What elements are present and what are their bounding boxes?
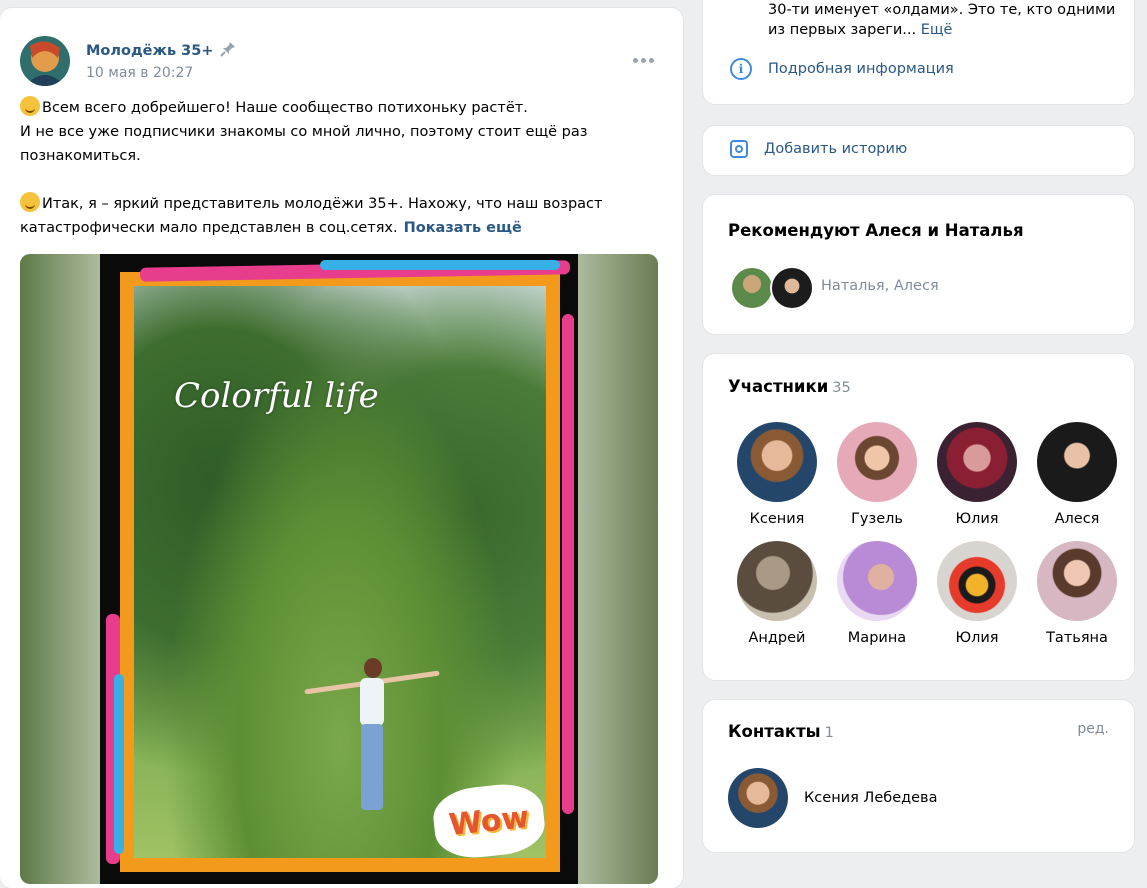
- avatar[interactable]: [937, 541, 1017, 621]
- avatar[interactable]: [937, 422, 1017, 502]
- member-name[interactable]: Андрей: [749, 630, 806, 646]
- member-item[interactable]: Татьяна: [1027, 541, 1127, 646]
- avatar[interactable]: [770, 266, 814, 310]
- member-item[interactable]: Юлия: [927, 541, 1027, 646]
- recommend-avatars[interactable]: [730, 266, 814, 310]
- member-name[interactable]: Гузель: [851, 511, 903, 527]
- hug-emoji-icon: [20, 96, 40, 116]
- post-author[interactable]: Молодёжь 35+: [86, 41, 236, 61]
- community-avatar[interactable]: [20, 36, 70, 86]
- photo-caption: Colorful life: [174, 376, 379, 416]
- community-description: 30-ти именует «олдами». Это те, кто одни…: [768, 0, 1118, 40]
- recommend-names[interactable]: Наталья, Алеся: [821, 278, 939, 294]
- avatar[interactable]: [737, 541, 817, 621]
- contacts-title: Контакты 1: [728, 722, 834, 741]
- recommend-title: Рекомендуют Алеся и Наталья: [728, 221, 1024, 240]
- description-more-link[interactable]: Ещё: [921, 22, 953, 38]
- add-story-button[interactable]: Добавить историю: [730, 140, 907, 158]
- paint-stroke: [562, 314, 574, 814]
- recommend-card: Рекомендуют Алеся и Наталья Наталья, Але…: [703, 195, 1134, 334]
- post-date[interactable]: 10 мая в 20:27: [86, 65, 193, 81]
- contact-item[interactable]: Ксения Лебедева: [728, 768, 938, 828]
- wow-sticker: Wow: [430, 780, 548, 862]
- story-camera-icon: [730, 140, 748, 158]
- member-name[interactable]: Юлия: [955, 511, 998, 527]
- contact-name[interactable]: Ксения Лебедева: [804, 790, 938, 806]
- info-icon: i: [730, 58, 752, 80]
- member-name[interactable]: Юлия: [955, 630, 998, 646]
- contacts-card: Контакты 1 ред. Ксения Лебедева: [703, 700, 1134, 852]
- post-text: Всем всего добрейшего! Наше сообщество п…: [20, 96, 650, 240]
- community-info-card: 30-ти именует «олдами». Это те, кто одни…: [703, 0, 1134, 104]
- avatar[interactable]: [1037, 422, 1117, 502]
- members-title[interactable]: Участники 35: [728, 377, 851, 396]
- post-author-name[interactable]: Молодёжь 35+: [86, 43, 214, 59]
- paint-stroke: [320, 260, 560, 270]
- avatar[interactable]: [728, 768, 788, 828]
- details-link[interactable]: i Подробная информация: [730, 58, 954, 80]
- paint-stroke: [114, 674, 124, 854]
- members-grid: Ксения Гузель Юлия Алеся Андрей Марина Ю…: [727, 422, 1127, 646]
- show-more-link[interactable]: Показать ещё: [404, 220, 522, 236]
- details-label[interactable]: Подробная информация: [768, 61, 954, 77]
- member-item[interactable]: Ксения: [727, 422, 827, 527]
- member-item[interactable]: Юлия: [927, 422, 1027, 527]
- wall-post: Молодёжь 35+ 10 мая в 20:27 Всем всего д…: [0, 8, 683, 888]
- member-item[interactable]: Марина: [827, 541, 927, 646]
- post-text-line: И не все уже подписчики знакомы со мной …: [20, 124, 588, 164]
- pin-icon: [219, 41, 236, 61]
- avatar[interactable]: [1037, 541, 1117, 621]
- post-text-line: Всем всего добрейшего! Наше сообщество п…: [42, 100, 528, 116]
- member-name[interactable]: Ксения: [750, 511, 805, 527]
- contacts-count: 1: [824, 725, 834, 741]
- photo-frame: Colorful life Wow: [100, 254, 578, 884]
- add-story-label[interactable]: Добавить историю: [764, 141, 907, 157]
- smile-emoji-icon: [20, 192, 40, 212]
- avatar[interactable]: [737, 422, 817, 502]
- photo-person: [304, 658, 440, 818]
- avatar[interactable]: [730, 266, 774, 310]
- member-item[interactable]: Андрей: [727, 541, 827, 646]
- member-name[interactable]: Алеся: [1055, 511, 1100, 527]
- members-card: Участники 35 Ксения Гузель Юлия Алеся Анд…: [703, 354, 1134, 680]
- contacts-title-label: Контакты: [728, 722, 821, 741]
- member-item[interactable]: Алеся: [1027, 422, 1127, 527]
- avatar[interactable]: [837, 541, 917, 621]
- photo-image: Colorful life Wow: [120, 272, 560, 872]
- members-title-label[interactable]: Участники: [728, 377, 828, 396]
- member-name[interactable]: Марина: [848, 630, 906, 646]
- avatar[interactable]: [837, 422, 917, 502]
- members-count: 35: [832, 380, 851, 396]
- post-photo[interactable]: Colorful life Wow: [20, 254, 658, 884]
- member-name[interactable]: Татьяна: [1046, 630, 1108, 646]
- member-item[interactable]: Гузель: [827, 422, 927, 527]
- add-story-card[interactable]: Добавить историю: [703, 126, 1134, 175]
- contacts-edit-link[interactable]: ред.: [1077, 721, 1109, 737]
- more-dots-icon[interactable]: [630, 50, 656, 70]
